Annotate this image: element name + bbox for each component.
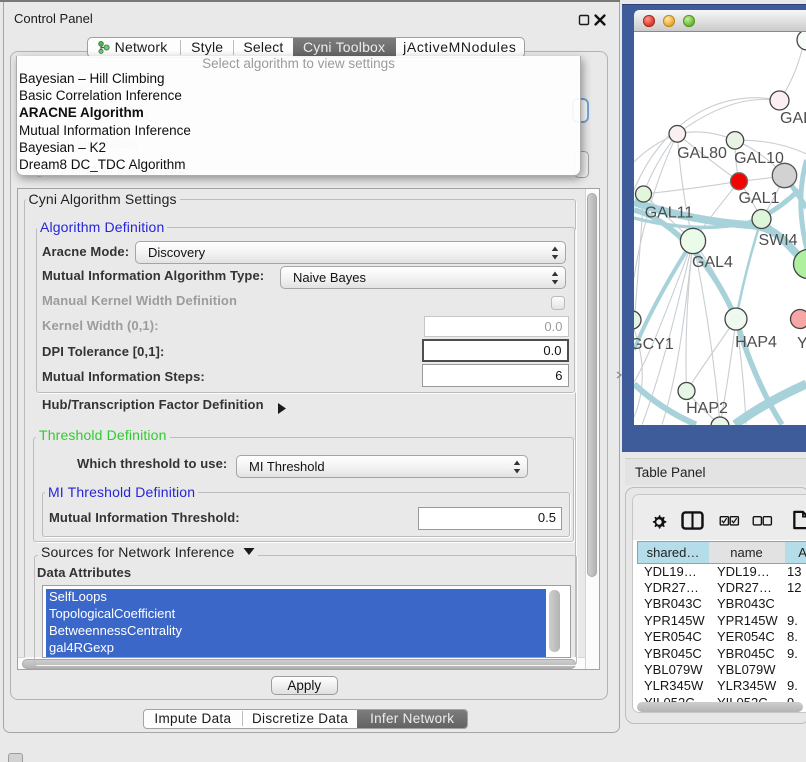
svg-text:SWI4: SWI4 bbox=[758, 232, 797, 249]
svg-text:GAL4: GAL4 bbox=[692, 254, 733, 271]
svg-text:HAP2: HAP2 bbox=[686, 400, 728, 417]
svg-text:GCY1: GCY1 bbox=[634, 336, 674, 353]
svg-text:GAL11: GAL11 bbox=[644, 205, 693, 222]
svg-text:HAP4: HAP4 bbox=[735, 334, 777, 351]
svg-text:YM: YM bbox=[797, 335, 806, 352]
svg-text:GAL1: GAL1 bbox=[738, 190, 779, 207]
svg-text:GAL10: GAL10 bbox=[734, 150, 784, 167]
svg-text:GAL2: GAL2 bbox=[780, 110, 806, 127]
svg-text:GAL80: GAL80 bbox=[677, 145, 727, 162]
